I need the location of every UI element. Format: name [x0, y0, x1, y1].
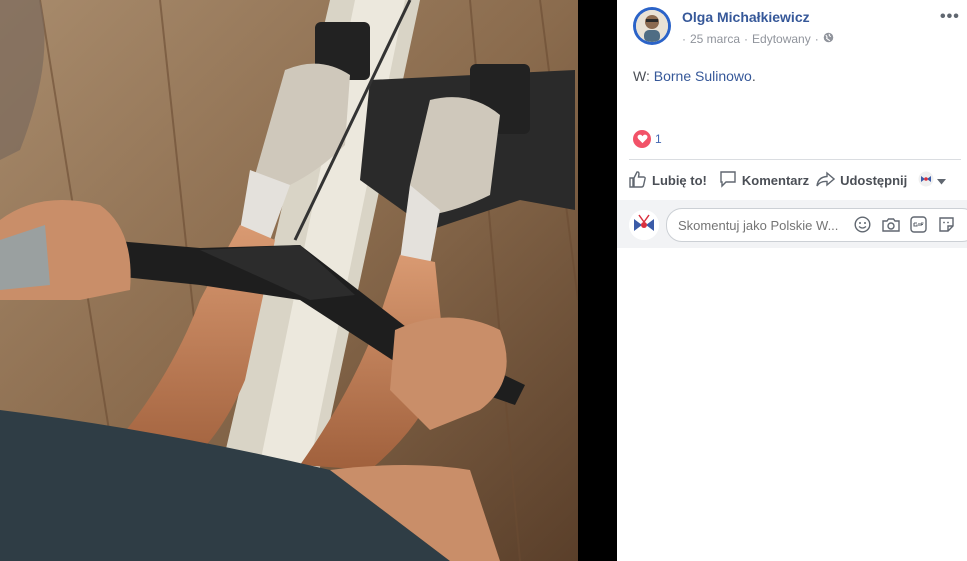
like-button[interactable]: Lubię to! [629, 170, 707, 191]
chevron-down-icon [937, 173, 947, 188]
post-date[interactable]: 25 marca [690, 32, 740, 46]
sticker-icon[interactable] [937, 215, 956, 234]
comment-input-box[interactable] [666, 208, 967, 242]
like-label: Lubię to! [652, 172, 707, 188]
lightbox-separator [578, 0, 617, 561]
comment-tools [853, 215, 956, 234]
author-name[interactable]: Olga Michałkiewicz [682, 9, 810, 25]
author-avatar-image [636, 10, 668, 42]
love-reaction-icon [633, 130, 651, 148]
comment-composer [617, 200, 967, 248]
meta-dot: · [682, 32, 686, 46]
location-prefix: W: [633, 68, 650, 84]
rowing-machine-photo [0, 0, 578, 561]
page-selector[interactable] [918, 171, 947, 190]
post-photo[interactable] [0, 0, 578, 561]
share-label: Udostępnij [840, 172, 908, 188]
post-meta: · 25 marca · Edytowany · [682, 32, 834, 46]
globe-icon[interactable] [823, 32, 834, 46]
divider [629, 159, 961, 160]
edited-label[interactable]: Edytowany [752, 32, 811, 46]
comment-label: Komentarz [741, 172, 810, 188]
avatar-photo-icon [636, 10, 668, 42]
emoji-icon[interactable] [853, 215, 872, 234]
post-sidebar: Olga Michałkiewicz · 25 marca · Edytowan… [617, 0, 967, 561]
post-options-button[interactable]: ••• [940, 8, 960, 26]
camera-icon[interactable] [881, 215, 900, 234]
share-button[interactable]: Udostępnij [816, 170, 907, 191]
thumbs-up-icon [629, 170, 647, 191]
commenter-avatar[interactable] [629, 210, 659, 240]
location-suffix: . [751, 68, 756, 84]
comment-icon [719, 170, 737, 191]
reaction-summary[interactable]: 1 [633, 130, 662, 148]
post-actions: Lubię to! Komentarz Udostępnij [629, 166, 961, 194]
polskie-w-logo-icon [629, 210, 659, 240]
share-icon [816, 170, 836, 191]
comment-button[interactable]: Komentarz [719, 170, 809, 191]
gif-icon[interactable] [909, 215, 928, 234]
page-avatar-icon [918, 171, 934, 190]
meta-dot: · [744, 32, 749, 46]
location-link[interactable]: Borne Sulinowo [654, 68, 752, 84]
location-line: W: Borne Sulinowo. [633, 68, 756, 84]
meta-dot: · [814, 32, 819, 46]
author-avatar[interactable] [633, 7, 671, 45]
comment-input[interactable] [678, 216, 848, 234]
reaction-count[interactable]: 1 [655, 132, 662, 146]
